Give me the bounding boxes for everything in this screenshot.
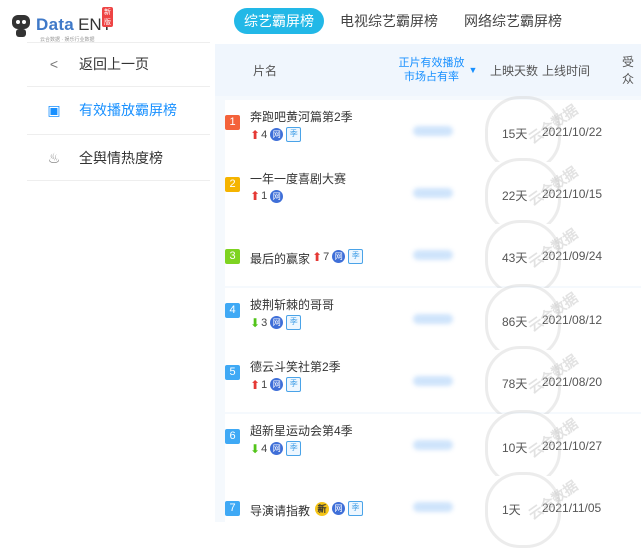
table-row[interactable]: 7 导演请指教新网季 1天 2021/11/05 云合数据 [225,472,641,548]
web-tag-icon: 网 [270,378,284,391]
web-tag-icon: 网 [332,502,345,515]
season-tag-icon: 季 [286,377,302,392]
robot-logo-icon [10,12,32,38]
table-row[interactable]: 4 披荆斩棘的哥哥 ⬇ 3 网季 86天 2021/08/12 云合数据 [225,284,641,360]
season-tag-icon: 季 [286,441,302,456]
web-tag-icon: 网 [270,128,284,141]
header-share-line1: 正片有效播放 [398,57,465,69]
header-share-line2: 市场占有率 [404,71,460,83]
logo-brand: Data [36,15,75,34]
rank-badge: 6 [225,429,240,444]
tab-tv-variety[interactable]: 电视综艺霸屏榜 [330,8,448,34]
table-row[interactable]: 6 超新星运动会第4季 ⬇ 4 网季 10天 2021/10/27 云合数据 [225,410,641,486]
season-tag-icon: 季 [348,249,364,264]
rank-badge: 2 [225,177,240,192]
tab-variety[interactable]: 综艺霸屏榜 [234,8,324,34]
rank-badge: 1 [225,115,240,130]
trend-line: ⬆ 1 网季 [250,377,302,392]
rank-down-arrow-icon: ⬇ [250,441,261,456]
show-title[interactable]: 一年一度喜剧大赛 [250,170,346,187]
nav-divider [27,134,210,135]
show-title[interactable]: 最后的赢家 [250,250,310,267]
share-value-redacted [413,502,453,512]
logo-badge: 新版 [102,7,113,27]
show-title[interactable]: 德云斗笑社第2季 [250,358,341,375]
sidebar-item-sentiment[interactable]: ♨ 全舆情热度榜 [0,136,210,180]
season-tag-icon: 季 [286,315,302,330]
rank-badge: 7 [225,501,240,516]
trend-line: ⬆ 7 网季 [312,249,364,264]
share-value-redacted [413,188,453,198]
web-tag-icon: 网 [270,442,284,455]
table-row[interactable]: 1 奔跑吧黄河篇第2季 ⬆ 4 网季 15天 2021/10/22 云合数据 [225,96,641,172]
share-value-redacted [413,250,453,260]
table-row[interactable]: 2 一年一度喜剧大赛 ⬆ 1 网 22天 2021/10/15 云合数据 [225,158,641,234]
rank-down-arrow-icon: ⬇ [250,315,261,330]
rank-up-arrow-icon: ⬆ [312,249,323,264]
trend-line: 新网季 [312,501,363,516]
trend-line: ⬆ 4 网季 [250,127,302,142]
sidebar: Data ENT 新版 云合数据 · 娱乐行业数据 < 返回上一页 ▣ 有效播放… [0,0,210,522]
tv-icon: ▣ [47,101,61,118]
rank-change: 7 [323,250,330,263]
sidebar-item-label: 全舆情热度榜 [79,150,163,166]
rank-up-arrow-icon: ⬆ [250,127,261,142]
rank-up-arrow-icon: ⬆ [250,189,261,203]
ranking-table: 片名 正片有效播放 市场占有率 ▼ 上映天数 上线时间 受众 1 奔跑吧黄河篇第2… [215,44,641,548]
rank-badge: 3 [225,249,240,264]
sidebar-item-label: 有效播放霸屏榜 [79,102,177,118]
rank-change: 4 [261,128,268,141]
trend-line: ⬇ 3 网季 [250,315,302,330]
share-value-redacted [413,314,453,324]
rank-change: 1 [261,378,268,391]
show-title[interactable]: 导演请指教 [250,502,310,519]
header-name: 片名 [253,63,278,78]
header-share[interactable]: 正片有效播放 市场占有率 ▼ [393,44,483,96]
rank-up-arrow-icon: ⬆ [250,377,261,392]
sort-desc-icon[interactable]: ▼ [469,63,478,77]
nav-divider [27,180,210,181]
rank-badge: 4 [225,303,240,318]
season-tag-icon: 季 [348,501,363,516]
table-header: 片名 正片有效播放 市场占有率 ▼ 上映天数 上线时间 受众 [215,44,641,96]
tab-web-variety[interactable]: 网络综艺霸屏榜 [454,8,572,34]
nav-divider [27,86,210,87]
logo[interactable]: Data ENT 新版 云合数据 · 娱乐行业数据 [10,7,113,43]
table-row[interactable]: 5 德云斗笑社第2季 ⬆ 1 网季 78天 2021/08/20 云合数据 [225,346,641,422]
header-days: 上映天数 [490,63,539,78]
web-tag-icon: 网 [270,189,284,203]
trend-line: ⬇ 4 网季 [250,441,302,456]
rank-change: 4 [261,442,268,455]
share-value-redacted [413,376,453,386]
table-row[interactable]: 3 最后的赢家 ⬆ 7 网季 43天 2021/09/24 云合数据 [225,220,641,296]
header-date: 上线时间 [542,63,591,78]
back-arrow-icon: < [49,56,59,72]
flame-icon: ♨ [47,149,61,166]
show-title[interactable]: 披荆斩棘的哥哥 [250,296,334,313]
tab-bar: 综艺霸屏榜 电视综艺霸屏榜 网络综艺霸屏榜 [234,8,578,34]
season-tag-icon: 季 [286,127,302,142]
show-title[interactable]: 超新星运动会第4季 [250,422,353,439]
new-badge: 新 [315,501,329,516]
sidebar-item-label: 返回上一页 [79,56,149,72]
web-tag-icon: 网 [332,250,346,263]
header-audience: 受众 [622,55,635,86]
web-tag-icon: 网 [270,316,284,329]
trend-line: ⬆ 1 网 [250,189,284,203]
share-value-redacted [413,440,453,450]
show-title[interactable]: 奔跑吧黄河篇第2季 [250,108,353,125]
rank-change: 1 [261,190,268,202]
rank-change: 3 [261,316,268,329]
share-value-redacted [413,126,453,136]
rank-badge: 5 [225,365,240,380]
sidebar-item-effective-play[interactable]: ▣ 有效播放霸屏榜 [0,88,210,132]
sidebar-item-back[interactable]: < 返回上一页 [0,42,210,86]
